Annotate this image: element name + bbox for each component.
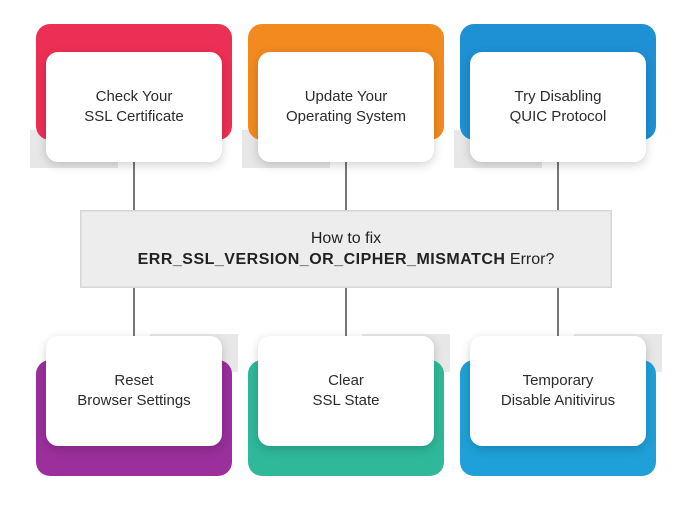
card-reset-browser: Reset Browser Settings [36,330,232,470]
card-check-ssl: Check Your SSL Certificate [36,24,232,164]
bottom-row: Reset Browser Settings Clear SSL State T… [36,330,656,470]
center-title-line1: How to fix [311,230,381,248]
connector [345,160,347,215]
card-text: Reset [114,371,153,391]
card-text: Check Your [96,87,173,107]
card-disable-quic: Try Disabling QUIC Protocol [460,24,656,164]
card-body: Check Your SSL Certificate [46,52,222,162]
center-question-box: How to fix ERR_SSL_VERSION_OR_CIPHER_MIS… [80,210,612,288]
center-title-line2: ERR_SSL_VERSION_OR_CIPHER_MISMATCH Error… [138,251,555,269]
card-text: Update Your [305,87,388,107]
card-body: Temporary Disable Anitivirus [470,336,646,446]
card-text: SSL Certificate [84,107,184,127]
error-code: ERR_SSL_VERSION_OR_CIPHER_MISMATCH [138,251,506,268]
card-body: Clear SSL State [258,336,434,446]
top-row: Check Your SSL Certificate Update Your O… [36,24,656,164]
card-body: Update Your Operating System [258,52,434,162]
card-text: Temporary [523,371,594,391]
card-text: QUIC Protocol [510,107,607,127]
card-body: Reset Browser Settings [46,336,222,446]
ssl-error-diagram: Check Your SSL Certificate Update Your O… [0,0,692,512]
card-text: Disable Anitivirus [501,391,615,411]
card-text: SSL State [313,391,380,411]
card-body: Try Disabling QUIC Protocol [470,52,646,162]
card-disable-antivirus: Temporary Disable Anitivirus [460,330,656,470]
center-suffix: Error? [505,251,554,268]
card-text: Try Disabling [515,87,602,107]
card-text: Operating System [286,107,406,127]
connector [557,160,559,215]
card-text: Browser Settings [77,391,190,411]
card-update-os: Update Your Operating System [248,24,444,164]
card-text: Clear [328,371,364,391]
connector [133,160,135,215]
card-clear-ssl-state: Clear SSL State [248,330,444,470]
